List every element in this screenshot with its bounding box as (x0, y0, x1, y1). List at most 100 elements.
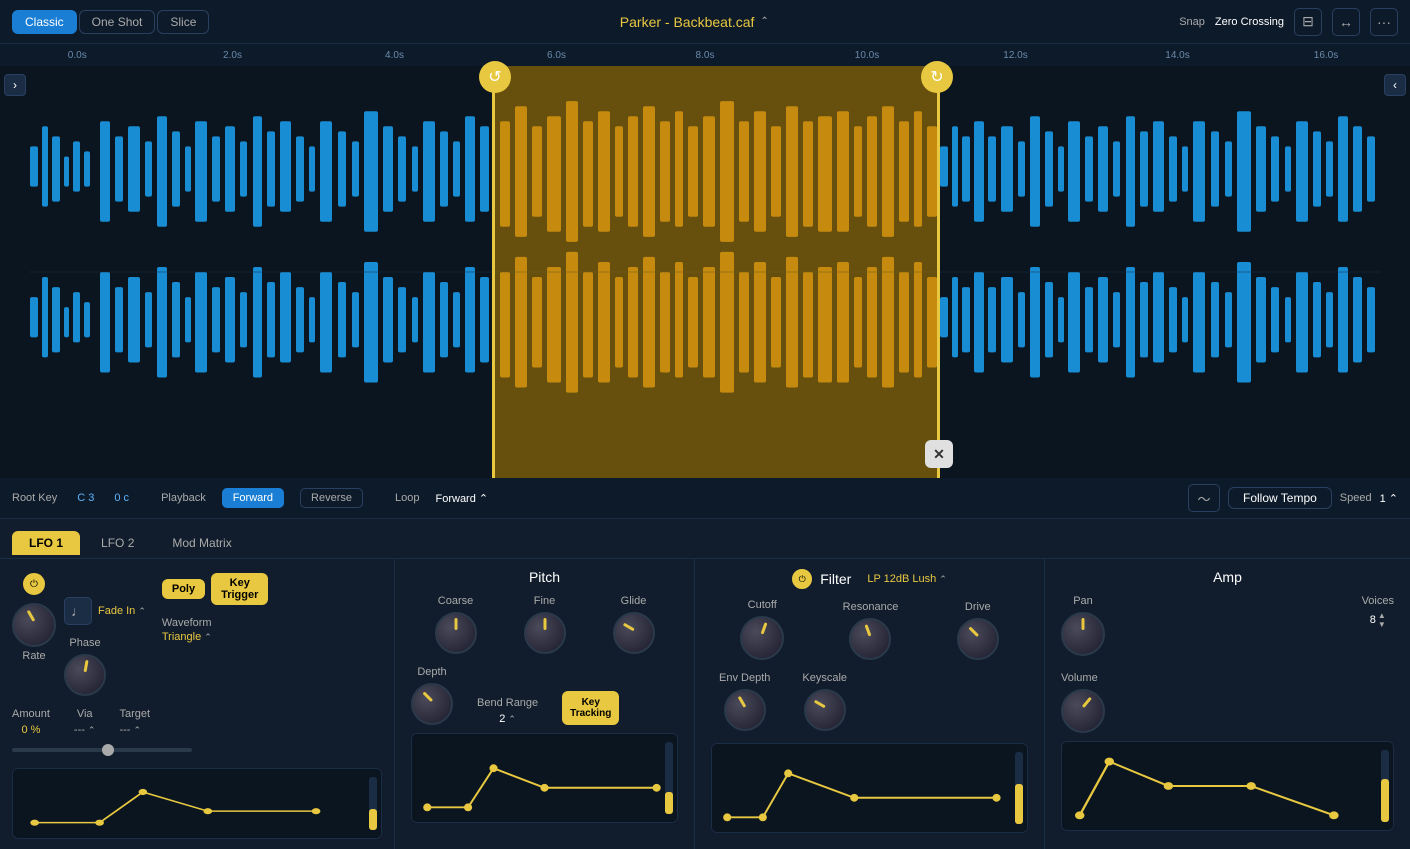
voices-stepper[interactable]: ▲ ▼ (1378, 611, 1386, 629)
tab-lfo1[interactable]: LFO 1 (12, 531, 80, 555)
target-dropdown[interactable]: --- ⌃ (119, 724, 150, 736)
waveform-mode-icon[interactable]: 〜 (1188, 484, 1220, 512)
lfo-env-bar[interactable] (369, 777, 377, 830)
key-trigger-button[interactable]: KeyTrigger (211, 573, 268, 605)
fit-width-icon[interactable]: ⊟ (1294, 8, 1322, 36)
fade-value: Fade In (98, 605, 135, 617)
mode-oneshot[interactable]: One Shot (79, 10, 156, 34)
root-tune-value[interactable]: 0 c (114, 492, 129, 504)
top-right-controls: Snap Zero Crossing ⊟ ↔ ··· (1179, 8, 1398, 36)
volume-knob[interactable] (1061, 689, 1105, 733)
note-icon-button[interactable]: ♩ (64, 597, 92, 625)
waveform-chevron-icon: ⌃ (204, 632, 212, 643)
resonance-knob[interactable] (849, 618, 891, 660)
target-chevron-icon: ⌃ (133, 725, 141, 736)
tmarker-8: 8.0s (696, 50, 715, 61)
loop-close-button[interactable]: ✕ (925, 440, 953, 468)
keyscale-knob[interactable] (804, 689, 846, 731)
loop-region[interactable]: ↺ ↻ ✕ (492, 66, 940, 478)
fade-dropdown[interactable]: Fade In ⌃ (98, 605, 146, 617)
forward-playback-btn[interactable]: Forward (222, 488, 284, 508)
fine-knob[interactable] (524, 612, 566, 654)
playback-label: Playback (161, 492, 206, 504)
pitch-knobs-row2: Depth Bend Range 2 ⌃ KeyTracking (411, 666, 678, 725)
phase-label: Phase (69, 637, 100, 649)
root-key-label: Root Key (12, 492, 57, 504)
cutoff-label: Cutoff (748, 599, 777, 611)
waveform-dropdown[interactable]: Triangle ⌃ (162, 631, 269, 643)
waveform-container: 0.0s 2.0s 4.0s 6.0s 8.0s 10.0s 12.0s 14.… (0, 44, 1410, 519)
key-tracking-button[interactable]: KeyTracking (562, 691, 619, 725)
drive-knob[interactable] (957, 618, 999, 660)
speed-value[interactable]: 1 ⌃ (1380, 492, 1398, 505)
amount-slider[interactable] (12, 748, 192, 752)
nav-left-button[interactable]: › (4, 74, 26, 96)
pitch-env-bar[interactable] (665, 742, 673, 814)
tmarker-0: 0.0s (68, 50, 87, 61)
amount-label: Amount (12, 708, 50, 720)
rate-knob[interactable] (12, 603, 56, 647)
lfo-power-button[interactable]: ⏻ (23, 573, 45, 595)
filter-type-dropdown[interactable]: LP 12dB Lush ⌃ (867, 573, 946, 585)
filter-section: ⏻ Filter LP 12dB Lush ⌃ Cutoff Resonance… (695, 559, 1045, 849)
cutoff-knob[interactable] (740, 616, 784, 660)
filter-type-value: LP 12dB Lush (867, 573, 936, 585)
tab-mod-matrix[interactable]: Mod Matrix (155, 531, 248, 555)
pan-knob[interactable] (1061, 612, 1105, 656)
reverse-playback-btn[interactable]: Reverse (300, 488, 363, 508)
snap-label: Snap (1179, 16, 1205, 28)
rate-label: Rate (22, 650, 45, 662)
filter-env-bar[interactable] (1015, 752, 1023, 824)
tmarker-10: 10.0s (855, 50, 879, 61)
pitch-title: Pitch (411, 569, 678, 585)
nav-right-button[interactable]: ‹ (1384, 74, 1406, 96)
bend-chevron-icon: ⌃ (508, 714, 516, 725)
speed-label: Speed (1340, 492, 1372, 504)
filter-power-button[interactable]: ⏻ (792, 569, 812, 589)
coarse-knob[interactable] (435, 612, 477, 654)
loop-end-handle[interactable]: ↻ (921, 61, 953, 93)
mode-slice[interactable]: Slice (157, 10, 209, 34)
file-title: Parker - Backbeat.caf (620, 14, 755, 30)
phase-knob[interactable] (64, 654, 106, 696)
follow-tempo-button[interactable]: Follow Tempo (1228, 487, 1332, 509)
loop-value[interactable]: Forward ⌃ (436, 492, 489, 505)
filter-knobs-row2: Env Depth Keyscale (719, 672, 1028, 731)
pitch-envelope-graph[interactable] (411, 733, 678, 823)
bend-range-label: Bend Range (477, 697, 538, 709)
filter-knobs-row1: Cutoff Resonance Drive (711, 599, 1028, 660)
filter-title: Filter (820, 571, 851, 587)
amp-section: Amp Pan Voices 8 ▲ ▼ (1045, 559, 1410, 849)
bend-range-dropdown[interactable]: 2 ⌃ (499, 713, 516, 725)
root-key-value[interactable]: C 3 (77, 492, 94, 504)
timeline-markers: 0.0s 2.0s 4.0s 6.0s 8.0s 10.0s 12.0s 14.… (30, 44, 1380, 66)
env-depth-knob[interactable] (724, 689, 766, 731)
lfo-envelope-graph[interactable] (12, 768, 382, 839)
poly-button[interactable]: Poly (162, 579, 205, 599)
keyscale-knob-group: Keyscale (802, 672, 847, 731)
depth-knob[interactable] (411, 683, 453, 725)
filter-envelope-graph[interactable] (711, 743, 1028, 833)
amp-env-bar[interactable] (1381, 750, 1389, 822)
target-label: Target (119, 708, 150, 720)
timeline: 0.0s 2.0s 4.0s 6.0s 8.0s 10.0s 12.0s 14.… (0, 44, 1410, 66)
loop-start-handle[interactable]: ↺ (479, 61, 511, 93)
via-dropdown[interactable]: --- ⌃ (74, 724, 96, 736)
zoom-fit-icon[interactable]: ↔ (1332, 8, 1360, 36)
title-chevron-icon[interactable]: ⌃ (760, 16, 768, 27)
tab-lfo2[interactable]: LFO 2 (84, 531, 151, 555)
bend-range-value: 2 (499, 713, 505, 725)
pitch-section: Pitch Coarse Fine Glide Depth (395, 559, 695, 849)
env-depth-knob-group: Env Depth (719, 672, 770, 731)
more-options-icon[interactable]: ··· (1370, 8, 1398, 36)
amp-envelope-graph[interactable] (1061, 741, 1394, 831)
target-group: Target --- ⌃ (119, 708, 150, 736)
glide-label: Glide (621, 595, 647, 607)
voices-label: Voices (1362, 595, 1394, 607)
snap-value[interactable]: Zero Crossing (1215, 16, 1284, 28)
cutoff-knob-group: Cutoff (740, 599, 784, 660)
glide-knob[interactable] (613, 612, 655, 654)
depth-knob-group: Depth (411, 666, 453, 725)
mode-classic[interactable]: Classic (12, 10, 77, 34)
amp-title: Amp (1061, 569, 1394, 585)
